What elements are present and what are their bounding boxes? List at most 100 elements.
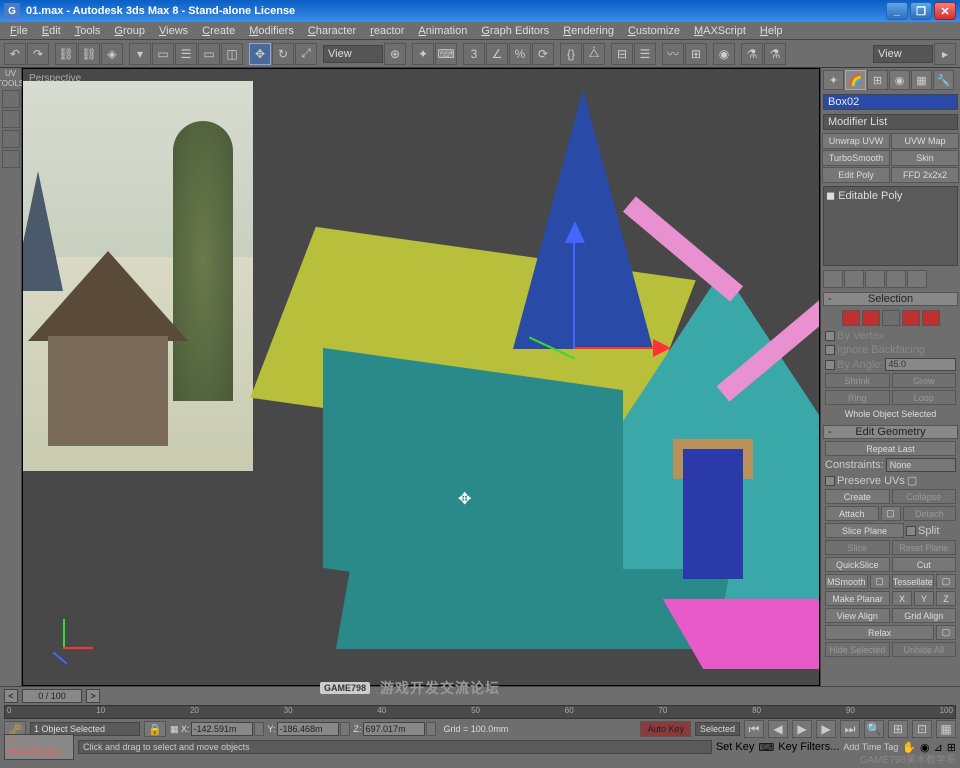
menu-edit[interactable]: Edit: [36, 24, 67, 38]
gizmo-x-axis[interactable]: [575, 347, 655, 349]
by-vertex-checkbox[interactable]: [825, 331, 835, 341]
coord-x-spinner[interactable]: [254, 722, 264, 736]
planar-y[interactable]: Y: [914, 591, 934, 606]
keymode-button[interactable]: ⌨: [435, 43, 457, 65]
set-key-button[interactable]: Set Key: [716, 741, 755, 753]
zoom-all-button[interactable]: ⊞: [888, 720, 908, 738]
repeat-last-button[interactable]: Repeat Last: [825, 441, 956, 456]
menu-views[interactable]: Views: [153, 24, 194, 38]
remove-mod-button[interactable]: [886, 270, 906, 288]
attach-list-button[interactable]: ▢: [881, 506, 901, 521]
key-mode-dropdown[interactable]: Selected: [695, 722, 740, 736]
uvtool-4[interactable]: [2, 150, 20, 168]
constraints-dropdown[interactable]: None: [886, 458, 956, 472]
goto-end-button[interactable]: ⏭: [840, 720, 860, 738]
view-align-button[interactable]: View Align: [825, 608, 890, 623]
split-checkbox[interactable]: [906, 526, 916, 536]
mod-skin[interactable]: Skin: [891, 150, 959, 166]
tab-modify[interactable]: 🌈: [845, 70, 866, 90]
collapse-button[interactable]: Collapse: [892, 489, 957, 504]
bind-button[interactable]: ◈: [101, 43, 123, 65]
select-name-button[interactable]: ☰: [175, 43, 197, 65]
cut-button[interactable]: Cut: [892, 557, 957, 572]
angle-snap-button[interactable]: ∠: [486, 43, 508, 65]
tab-display[interactable]: ▦: [911, 70, 932, 90]
quick-render-button[interactable]: ⚗: [764, 43, 786, 65]
coord-y-spinner[interactable]: [340, 722, 350, 736]
stack-item-editable-poly[interactable]: ◼ Editable Poly: [826, 189, 955, 202]
modifier-list-dropdown[interactable]: Modifier List: [823, 114, 958, 130]
select-button[interactable]: ▭: [152, 43, 174, 65]
modifier-stack[interactable]: ◼ Editable Poly: [823, 186, 958, 266]
make-unique-button[interactable]: [865, 270, 885, 288]
tessellate-settings[interactable]: ▢: [936, 574, 956, 589]
menu-maxscript[interactable]: MAXScript: [688, 24, 752, 38]
mirror-button[interactable]: ⧊: [583, 43, 605, 65]
prev-frame-button[interactable]: ◀: [768, 720, 788, 738]
coord-z-value[interactable]: 697.017m: [363, 722, 425, 736]
subobj-vertex[interactable]: [842, 310, 860, 326]
named-sets-button[interactable]: {}: [560, 43, 582, 65]
ignore-backfacing-checkbox[interactable]: [825, 345, 835, 355]
preserve-uvs-checkbox[interactable]: [825, 476, 835, 486]
menu-reactor[interactable]: reactor: [364, 24, 410, 38]
render-scene-button[interactable]: ⚗: [741, 43, 763, 65]
menu-customize[interactable]: Customize: [622, 24, 686, 38]
uvtool-1[interactable]: [2, 90, 20, 108]
menu-animation[interactable]: Animation: [412, 24, 473, 38]
attach-button[interactable]: Attach: [825, 506, 879, 521]
selection-filter-button[interactable]: ▾: [129, 43, 151, 65]
menu-tools[interactable]: Tools: [69, 24, 107, 38]
subobj-border[interactable]: [882, 310, 900, 326]
by-angle-value[interactable]: 45.0: [885, 358, 956, 371]
menu-create[interactable]: Create: [196, 24, 241, 38]
planar-z[interactable]: Z: [936, 591, 956, 606]
by-angle-checkbox[interactable]: [825, 360, 835, 370]
manipulate-button[interactable]: ✦: [412, 43, 434, 65]
zoom-button[interactable]: 🔍: [864, 720, 884, 738]
curve-editor-button[interactable]: 〰: [662, 43, 684, 65]
mod-turbosmooth[interactable]: TurboSmooth: [822, 150, 890, 166]
tessellate-button[interactable]: Tessellate: [892, 574, 935, 589]
detach-button[interactable]: Detach: [903, 506, 957, 521]
grid-align-button[interactable]: Grid Align: [892, 608, 957, 623]
subobj-polygon[interactable]: [902, 310, 920, 326]
preserve-uvs-settings[interactable]: ▢: [907, 474, 917, 487]
relax-settings[interactable]: ▢: [936, 625, 956, 640]
gizmo-y-axis[interactable]: [573, 239, 575, 349]
hide-selected-button[interactable]: Hide Selected: [825, 642, 890, 657]
rollout-selection-header[interactable]: -Selection: [823, 292, 958, 306]
pin-stack-button[interactable]: [823, 270, 843, 288]
goto-start-button[interactable]: ⏮: [744, 720, 764, 738]
maximize-button[interactable]: ❐: [910, 2, 932, 20]
tab-hierarchy[interactable]: ⊞: [867, 70, 888, 90]
maxscript-label[interactable]: >> MAXScript: [4, 734, 74, 760]
snap-button[interactable]: 3: [463, 43, 485, 65]
next-frame-button[interactable]: ▶: [816, 720, 836, 738]
quickslice-button[interactable]: QuickSlice: [825, 557, 890, 572]
unlink-button[interactable]: ⛓: [78, 43, 100, 65]
loop-button[interactable]: Loop: [892, 390, 957, 405]
uvtool-2[interactable]: [2, 110, 20, 128]
mod-uvw-map[interactable]: UVW Map: [891, 133, 959, 149]
tab-utilities[interactable]: 🔧: [933, 70, 954, 90]
menu-help[interactable]: Help: [754, 24, 789, 38]
time-slider[interactable]: 0 / 100: [22, 689, 82, 703]
scale-button[interactable]: ⤢: [295, 43, 317, 65]
menu-character[interactable]: Character: [302, 24, 362, 38]
mod-ffd[interactable]: FFD 2x2x2: [891, 167, 959, 183]
msmooth-settings[interactable]: ▢: [870, 574, 890, 589]
spinner-snap-button[interactable]: ⟳: [532, 43, 554, 65]
relax-button[interactable]: Relax: [825, 625, 934, 640]
minimize-button[interactable]: _: [886, 2, 908, 20]
coord-z-spinner[interactable]: [426, 722, 436, 736]
menu-grapheditors[interactable]: Graph Editors: [475, 24, 555, 38]
planar-x[interactable]: X: [892, 591, 912, 606]
mod-edit-poly[interactable]: Edit Poly: [822, 167, 890, 183]
track-bar[interactable]: 0 10 20 30 40 50 60 70 80 90 100: [4, 705, 956, 719]
make-planar-button[interactable]: Make Planar: [825, 591, 890, 606]
menu-group[interactable]: Group: [108, 24, 151, 38]
mod-unwrap-uvw[interactable]: Unwrap UVW: [822, 133, 890, 149]
zoom-extents-all-button[interactable]: ▦: [936, 720, 956, 738]
viewport-perspective[interactable]: Perspective: [22, 68, 820, 686]
